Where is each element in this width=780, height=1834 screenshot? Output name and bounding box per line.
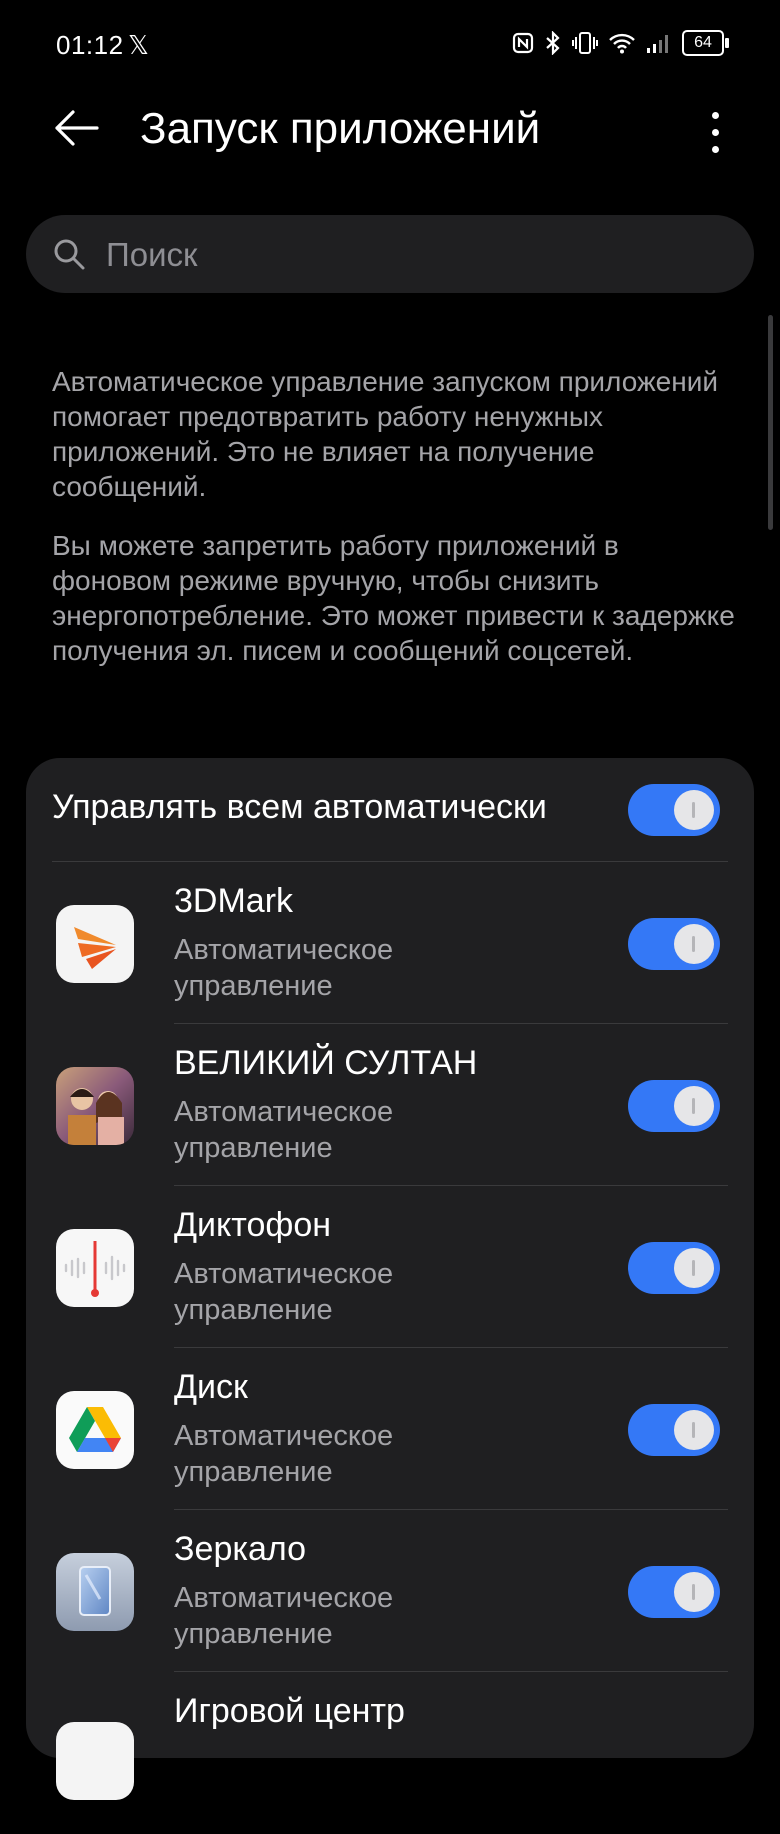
game-center-icon — [56, 1722, 134, 1800]
app-toggle-3dmark[interactable] — [628, 918, 720, 970]
app-toggle-mirror[interactable] — [628, 1566, 720, 1618]
search-bar[interactable] — [26, 215, 754, 295]
page-title: Запуск приложений — [140, 104, 541, 153]
app-status: Автоматическое управление — [174, 1258, 394, 1326]
google-drive-icon — [56, 1391, 134, 1469]
app-status: Автоматическое управление — [174, 1420, 394, 1488]
app-toggle-voice-recorder[interactable] — [628, 1242, 720, 1294]
back-button[interactable] — [48, 100, 104, 156]
more-dot-icon — [711, 111, 719, 119]
app-toggle-great-sultan[interactable] — [628, 1080, 720, 1132]
status-icons: 64 — [512, 30, 729, 56]
app-row-game-center[interactable]: Игровой центр — [26, 1672, 754, 1834]
search-icon — [54, 239, 85, 270]
toggle-knob — [674, 1410, 714, 1450]
manage-all-automatically-label: Управлять всем автоматически — [52, 788, 547, 826]
app-name: Диск — [174, 1368, 248, 1406]
toggle-knob — [674, 790, 714, 830]
voice-recorder-icon — [56, 1229, 134, 1307]
more-dot-icon — [711, 128, 719, 136]
search-input[interactable] — [104, 215, 728, 295]
mirror-icon — [56, 1553, 134, 1631]
app-status: Автоматическое управление — [174, 1582, 394, 1650]
app-launch-card: Управлять всем автоматически 3DMark Авто… — [26, 758, 754, 1800]
toggle-knob — [674, 924, 714, 964]
status-time: 01:12 — [56, 30, 124, 60]
nfc-icon — [512, 32, 534, 54]
battery-icon: 64 — [682, 30, 729, 56]
bluetooth-icon — [546, 31, 560, 55]
app-row-3dmark[interactable]: 3DMark Автоматическое управление — [26, 862, 754, 1024]
app-status: Автоматическое управление — [174, 934, 394, 1002]
app-name: 3DMark — [174, 882, 294, 920]
cellular-signal-icon — [647, 35, 668, 53]
toggle-knob — [674, 1086, 714, 1126]
toggle-knob — [674, 1572, 714, 1612]
app-name: Игровой центр — [174, 1692, 405, 1730]
app-row-great-sultan[interactable]: ВЕЛИКИЙ СУЛТАН Автоматическое управление — [26, 1024, 754, 1186]
wifi-icon — [609, 33, 635, 54]
description-paragraph-1: Автоматическое управление запуском прило… — [52, 366, 718, 502]
x-app-notification-icon: 𝕏 — [128, 30, 149, 60]
toggle-knob — [674, 1248, 714, 1288]
app-name: Диктофон — [174, 1206, 332, 1244]
app-row-drive[interactable]: Диск Автоматическое управление — [26, 1348, 754, 1510]
more-options-button[interactable] — [690, 100, 740, 164]
great-sultan-icon — [56, 1067, 134, 1145]
manage-all-automatically-toggle[interactable] — [628, 784, 720, 836]
3dmark-icon — [56, 905, 134, 983]
app-row-mirror[interactable]: Зеркало Автоматическое управление — [26, 1510, 754, 1672]
app-name: Зеркало — [174, 1530, 307, 1568]
app-name: ВЕЛИКИЙ СУЛТАН — [174, 1044, 478, 1082]
more-dot-icon — [711, 145, 719, 153]
app-toggle-drive[interactable] — [628, 1404, 720, 1456]
description-paragraph-2: Вы можете запретить работу приложений в … — [52, 530, 735, 666]
app-status: Автоматическое управление — [174, 1096, 394, 1164]
scrollbar[interactable] — [768, 315, 773, 530]
arrow-left-icon — [55, 110, 99, 146]
app-row-voice-recorder[interactable]: Диктофон Автоматическое управление — [26, 1186, 754, 1348]
vibration-icon — [572, 32, 598, 54]
